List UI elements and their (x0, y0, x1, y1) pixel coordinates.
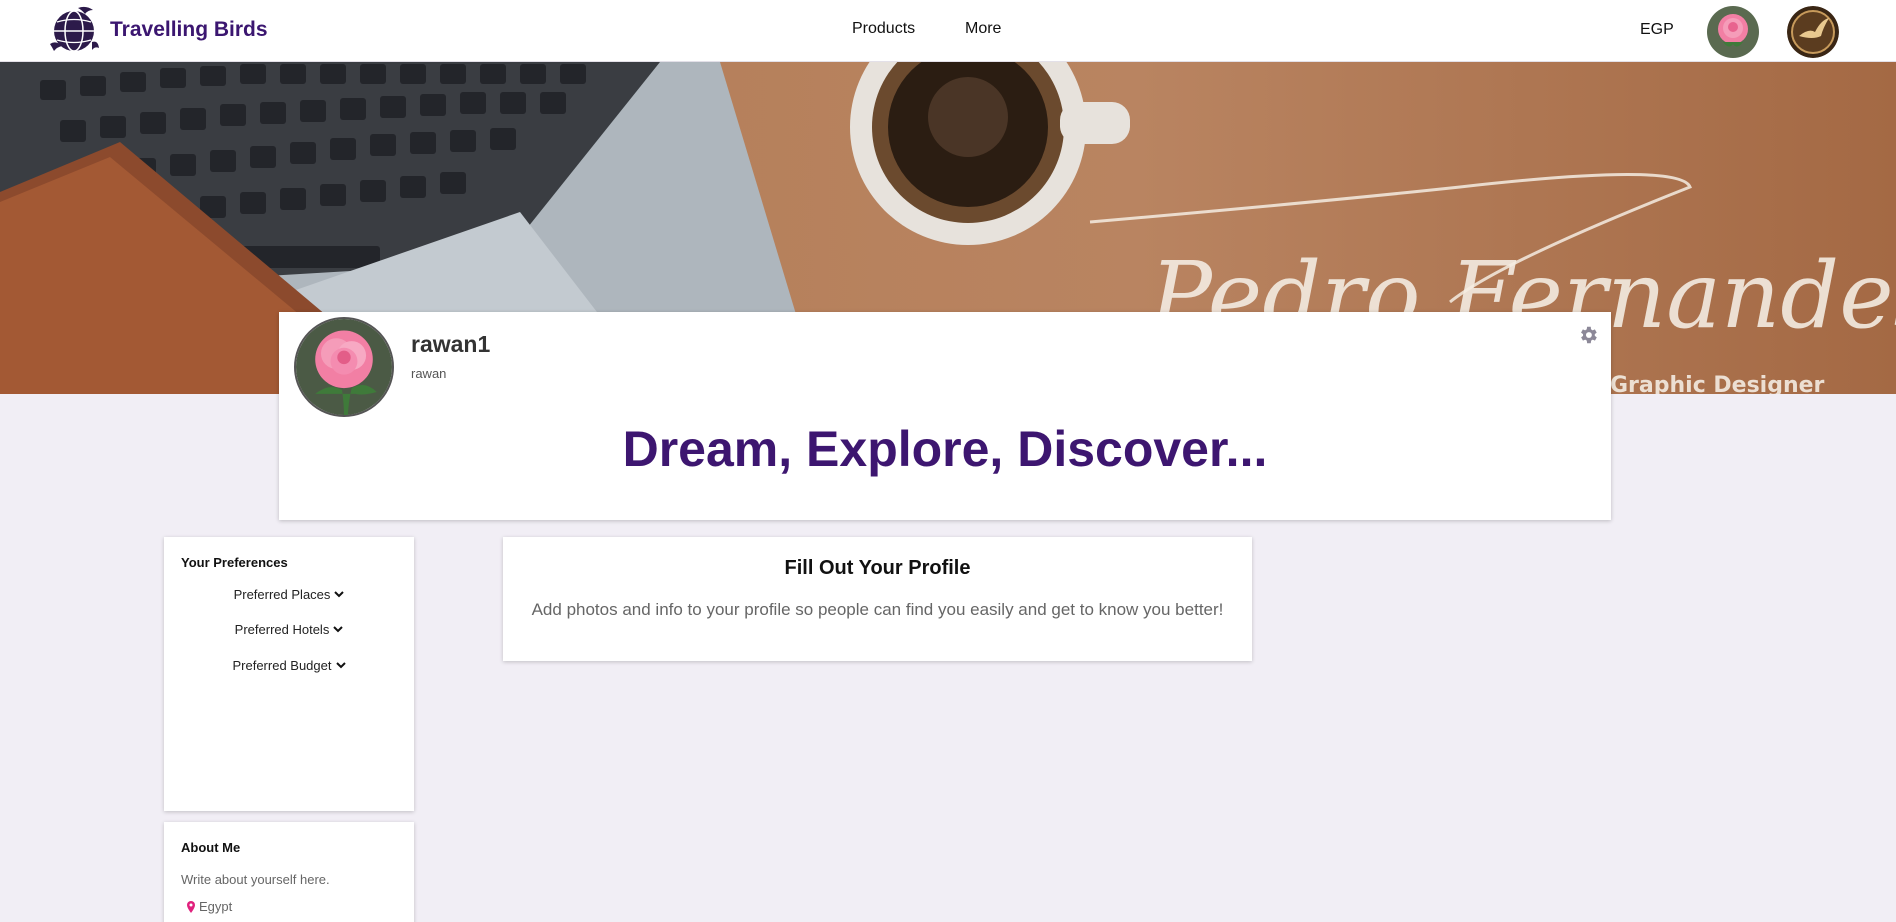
fill-profile-title: Fill Out Your Profile (784, 557, 971, 579)
fill-profile-text: Add photos and info to your profile so p… (531, 600, 1224, 619)
preferred-places-label: Preferred Places (233, 587, 331, 602)
fill-out-profile-card: Fill Out Your Profile Add photos and inf… (503, 537, 1252, 661)
brand[interactable]: Travelling Birds (48, 4, 268, 56)
bird-emblem-avatar-icon[interactable] (1787, 6, 1839, 58)
top-navbar: Travelling Birds Products More EGP (0, 0, 1896, 62)
about-me-title: About Me (181, 840, 241, 855)
about-me-text[interactable]: Write about yourself here. (181, 872, 330, 887)
rose-avatar-icon[interactable] (1707, 6, 1759, 58)
chevron-down-icon (335, 662, 346, 669)
profile-handle: rawan (411, 366, 447, 381)
preferred-hotels-dropdown[interactable]: Preferred Hotels (164, 622, 414, 637)
about-me-panel: About Me Write about yourself here. Egyp… (164, 822, 414, 922)
globe-bird-logo-icon (50, 6, 99, 52)
profile-tagline: Dream, Explore, Discover... (622, 421, 1268, 477)
nav-more-link[interactable]: More (965, 20, 1001, 38)
location-text: Egypt (199, 899, 233, 914)
gear-icon[interactable] (1577, 324, 1599, 346)
currency-selector[interactable]: EGP (1640, 21, 1674, 39)
chevron-down-icon (333, 626, 344, 633)
profile-avatar-icon[interactable] (294, 317, 394, 417)
preferences-title: Your Preferences (181, 555, 288, 570)
brand-name: Travelling Birds (110, 18, 268, 41)
profile-username: rawan1 (411, 331, 491, 357)
banner-subtitle: Graphic Designer (1610, 373, 1825, 394)
location: Egypt (186, 899, 232, 914)
chevron-down-icon (334, 591, 345, 598)
nav-products-link[interactable]: Products (852, 20, 915, 38)
profile-header-card: rawan1 rawan Dream, Explore, Discover... (279, 312, 1611, 520)
preferred-places-dropdown[interactable]: Preferred Places (164, 587, 414, 602)
map-pin-icon (187, 900, 195, 913)
preferred-budget-label: Preferred Budget (232, 658, 332, 673)
preferences-panel: Your Preferences Preferred Places Prefer… (164, 537, 414, 811)
preferred-budget-dropdown[interactable]: Preferred Budget (164, 658, 414, 673)
preferred-hotels-label: Preferred Hotels (234, 622, 330, 637)
